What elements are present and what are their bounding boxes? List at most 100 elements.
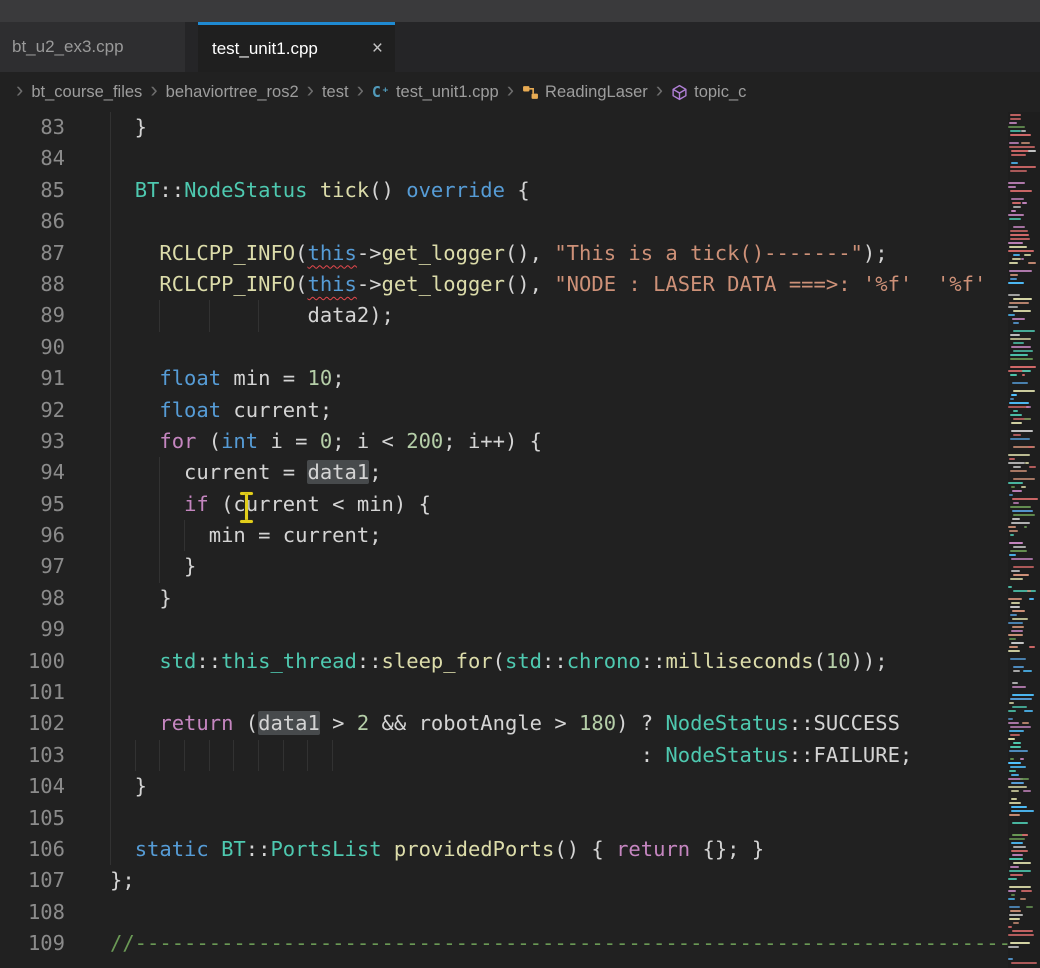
code-text: static BT::PortsList providedPorts() { r… [110,834,764,865]
minimap-line [1012,518,1020,520]
minimap-line [1011,850,1028,852]
code-line[interactable]: 100 std::this_thread::sleep_for(std::chr… [0,646,1040,677]
line-number: 94 [0,457,65,488]
minimap-line [1008,314,1015,316]
minimap-line [1022,722,1029,724]
code-line[interactable]: 93 for (int i = 0; i < 200; i++) { [0,426,1040,457]
code-line[interactable]: 102 return (data1 > 2 && robotAngle > 18… [0,708,1040,739]
breadcrumb-item-test-unit1-cpp[interactable]: C⁺test_unit1.cpp [372,83,499,102]
code-line[interactable]: 103 : NodeStatus::FAILURE; [0,740,1040,771]
minimap-line [1011,150,1029,152]
code-line[interactable]: 96 min = current; [0,520,1040,551]
line-number: 104 [0,771,65,802]
minimap-line [1021,258,1024,260]
code-editor[interactable]: 83 }8485 BT::NodeStatus tick() override … [0,112,1040,968]
minimap-line [1010,506,1031,508]
code-line[interactable]: 88 RCLCPP_INFO(this->get_logger(), "NODE… [0,269,1040,300]
minimap-line [1010,118,1021,120]
minimap-line [1013,226,1025,228]
minimap-line [1010,170,1027,172]
indent-guide [110,363,111,394]
code-line[interactable]: 87 RCLCPP_INFO(this->get_logger(), "This… [0,238,1040,269]
minimap-line [1012,682,1018,684]
minimap-line [1011,962,1037,964]
minimap-line [1010,130,1021,132]
minimap-line [1009,646,1018,648]
breadcrumb-item-topic-c[interactable]: topic_c [671,83,746,102]
breadcrumb-item-bt-course-files[interactable]: bt_course_files [31,83,142,102]
indent-guide [110,677,111,708]
minimap-line [1011,162,1018,164]
minimap-line [1011,798,1017,800]
indent-guide [209,300,210,331]
code-text: min = current; [110,520,382,551]
minimap-line [1022,374,1025,376]
code-line[interactable]: 98 } [0,583,1040,614]
minimap-line [1022,202,1027,204]
chevron-right-icon: › [507,79,514,101]
tab-bt-u2-ex3-cpp[interactable]: bt_u2_ex3.cpp [0,22,185,72]
code-line[interactable]: 92 float current; [0,395,1040,426]
close-icon[interactable]: × [372,39,383,58]
line-number: 93 [0,426,65,457]
minimap-line [1009,218,1021,220]
minimap-line [1011,630,1023,632]
minimap-line [1010,534,1014,536]
minimap-line [1008,718,1013,720]
code-text: current = data1; [110,457,382,488]
code-line[interactable]: 94 current = data1; [0,457,1040,488]
code-line[interactable]: 109 //-----------------------------------… [0,928,1040,959]
code-line[interactable]: 106 static BT::PortsList providedPorts()… [0,834,1040,865]
minimap-line [1010,278,1017,280]
line-number: 107 [0,865,65,896]
minimap-line [1008,934,1034,936]
code-line[interactable]: 90 [0,332,1040,363]
minimap-line [1013,514,1035,516]
code-line[interactable]: 101 [0,677,1040,708]
code-line[interactable]: 97 } [0,551,1040,582]
code-text: RCLCPP_INFO(this->get_logger(), "NODE : … [110,269,986,300]
code-line[interactable]: 89 data2); [0,300,1040,331]
code-line[interactable]: 91 float min = 10; [0,363,1040,394]
code-line[interactable]: 95 if (current < min) { [0,489,1040,520]
vscode-window: bt_u2_ex3.cpp test_unit1.cpp × › bt_cours… [0,0,1040,968]
minimap[interactable] [1008,112,1040,968]
chevron-right-icon: › [357,79,364,101]
code-line[interactable]: 104 } [0,771,1040,802]
minimap-line [1008,650,1020,652]
code-line[interactable]: 86 [0,206,1040,237]
code-text: //--------------------------------------… [110,928,1023,959]
code-line[interactable]: 107}; [0,865,1040,896]
indent-guide [110,143,111,174]
minimap-line [1024,526,1027,528]
code-line[interactable]: 83 } [0,112,1040,143]
tab-test-unit1-cpp[interactable]: test_unit1.cpp × [198,22,395,72]
minimap-line [1012,618,1028,620]
line-number: 108 [0,897,65,928]
minimap-line [1021,486,1026,488]
code-line[interactable]: 84 [0,143,1040,174]
minimap-line [1008,926,1012,928]
code-line[interactable]: 105 [0,803,1040,834]
line-number: 87 [0,238,65,269]
line-number: 103 [0,740,65,771]
line-number: 109 [0,928,65,959]
code-text: } [110,112,147,143]
minimap-line [1024,254,1031,256]
indent-guide [110,332,111,363]
code-line[interactable]: 85 BT::NodeStatus tick() override { [0,175,1040,206]
indent-guide [135,740,136,771]
line-number: 95 [0,489,65,520]
code-line[interactable]: 99 [0,614,1040,645]
minimap-line [1009,770,1016,772]
code-line[interactable]: 108 [0,897,1040,928]
method-cube-icon [671,84,688,101]
breadcrumb-item-readinglaser[interactable]: ReadingLaser [522,83,648,102]
minimap-line [1009,858,1023,860]
indent-guide [159,520,160,551]
breadcrumb-item-test[interactable]: test [322,83,349,102]
minimap-line [1013,478,1035,480]
breadcrumb-item-behaviortree-ros2[interactable]: behaviortree_ros2 [166,83,299,102]
minimap-line [1009,122,1017,124]
chevron-right-icon: › [656,79,663,101]
